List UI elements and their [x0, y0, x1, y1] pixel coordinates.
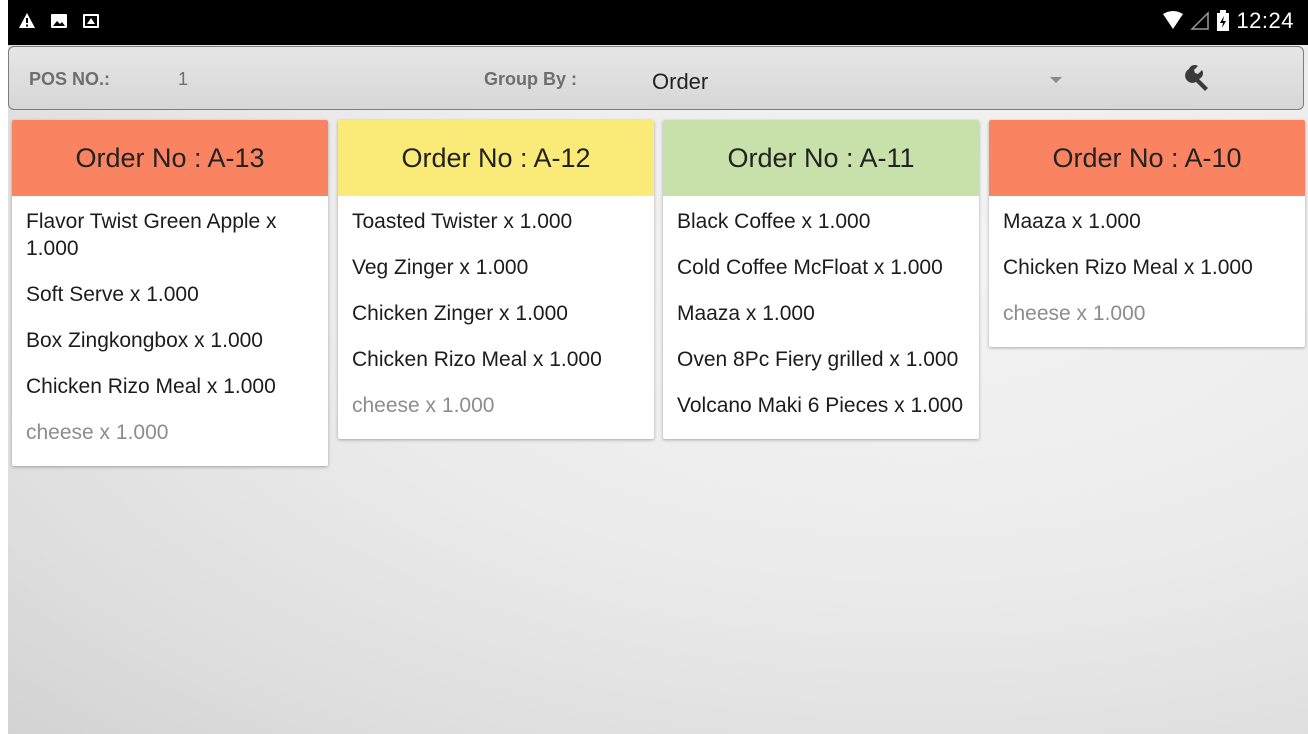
wrench-icon[interactable] — [1181, 61, 1215, 95]
signal-icon — [1190, 11, 1210, 30]
order-item-modifier: cheese x 1.000 — [352, 394, 495, 417]
order-item: Box Zingkongbox x 1.000 — [26, 329, 263, 352]
order-item: Toasted Twister x 1.000 — [352, 210, 573, 233]
group-by-label: Group By : — [484, 69, 577, 89]
order-item: Black Coffee x 1.000 — [677, 210, 871, 233]
order-item: Chicken Rizo Meal x 1.000 — [26, 375, 276, 398]
order-item: Chicken Rizo Meal x 1.000 — [352, 348, 602, 371]
battery-icon — [1217, 10, 1230, 31]
order-card[interactable]: Order No : A-10 Maaza x 1.000 Chicken Rizo… — [989, 120, 1305, 347]
order-items-list: Toasted Twister x 1.000 Veg Zinger x 1.00… — [338, 196, 654, 439]
order-card-header: Order No : A-10 — [989, 120, 1305, 196]
photo-icon — [83, 14, 99, 28]
order-item: Veg Zinger x 1.000 — [352, 256, 529, 279]
order-item: Maaza x 1.000 — [1003, 210, 1141, 233]
order-card-header: Order No : A-12 — [338, 120, 654, 196]
order-card-header: Order No : A-13 — [12, 120, 328, 196]
order-item-modifier: cheese x 1.000 — [26, 421, 169, 444]
warning-icon — [19, 13, 35, 28]
order-item: Flavor Twist Green Apple x 1.000 — [26, 210, 277, 260]
order-items-list: Black Coffee x 1.000 Cold Coffee McFloat … — [663, 196, 979, 439]
kitchen-display-screen: 12:24 POS NO.: 1 Group By : Order Order … — [8, 0, 1308, 734]
group-by-dropdown[interactable]: Order — [646, 59, 1066, 99]
pos-number-label: POS NO.: — [29, 69, 111, 89]
status-bar: 12:24 — [8, 0, 1308, 45]
order-items-list: Maaza x 1.000 Chicken Rizo Meal x 1.000 ch… — [989, 196, 1305, 347]
wifi-icon — [1163, 11, 1184, 29]
order-item-modifier: cheese x 1.000 — [1003, 302, 1146, 325]
pos-number-value: 1 — [178, 69, 189, 89]
order-item: Chicken Zinger x 1.000 — [352, 302, 568, 325]
order-card[interactable]: Order No : A-13 Flavor Twist Green Apple … — [12, 120, 328, 466]
dropdown-caret-icon — [1050, 77, 1062, 83]
order-item: Maaza x 1.000 — [677, 302, 815, 325]
order-items-list: Flavor Twist Green Apple x 1.000 Soft Ser… — [12, 196, 328, 466]
group-by-selected-value: Order — [652, 69, 709, 94]
order-item: Volcano Maki 6 Pieces x 1.000 — [677, 394, 964, 417]
order-item: Soft Serve x 1.000 — [26, 283, 199, 306]
toolbar: POS NO.: 1 Group By : Order — [8, 46, 1304, 110]
order-item: Chicken Rizo Meal x 1.000 — [1003, 256, 1253, 279]
clock-time: 12:24 — [1236, 8, 1294, 33]
order-item: Oven 8Pc Fiery grilled x 1.000 — [677, 348, 959, 371]
order-item: Cold Coffee McFloat x 1.000 — [677, 256, 943, 279]
order-card[interactable]: Order No : A-11 Black Coffee x 1.000 Cold … — [663, 120, 979, 439]
image-icon — [51, 14, 67, 28]
order-card[interactable]: Order No : A-12 Toasted Twister x 1.000 Ve… — [338, 120, 654, 439]
order-card-header: Order No : A-11 — [663, 120, 979, 196]
